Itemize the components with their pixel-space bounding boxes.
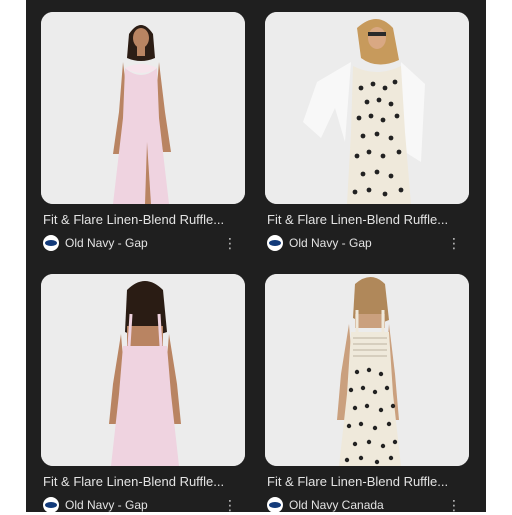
product-photo	[41, 12, 245, 204]
result-source[interactable]: Old Navy - Gap ⋮	[267, 233, 467, 253]
result-title[interactable]: Fit & Flare Linen-Blend Ruffle...	[267, 474, 471, 490]
source-name: Old Navy - Gap	[65, 236, 148, 250]
result-source[interactable]: Old Navy Canada ⋮	[267, 495, 467, 515]
result-image[interactable]	[41, 274, 245, 466]
old-navy-logo-icon	[43, 235, 59, 251]
result-image[interactable]	[265, 12, 469, 204]
product-photo	[41, 274, 245, 466]
more-vert-icon[interactable]: ⋮	[223, 236, 237, 250]
result-source[interactable]: Old Navy - Gap ⋮	[43, 233, 243, 253]
more-vert-icon[interactable]: ⋮	[447, 236, 461, 250]
old-navy-logo-icon	[43, 497, 59, 513]
more-vert-icon[interactable]: ⋮	[223, 498, 237, 512]
product-photo	[265, 12, 469, 204]
result-image[interactable]	[41, 12, 245, 204]
product-photo	[265, 274, 469, 466]
result-source[interactable]: Old Navy - Gap ⋮	[43, 495, 243, 515]
more-vert-icon[interactable]: ⋮	[447, 498, 461, 512]
source-name: Old Navy Canada	[289, 498, 384, 512]
result-title[interactable]: Fit & Flare Linen-Blend Ruffle...	[267, 212, 471, 228]
image-results-panel: Fit & Flare Linen-Blend Ruffle... Old Na…	[26, 0, 486, 515]
result-title[interactable]: Fit & Flare Linen-Blend Ruffle...	[43, 474, 247, 490]
source-name: Old Navy - Gap	[65, 498, 148, 512]
old-navy-logo-icon	[267, 497, 283, 513]
result-image[interactable]	[265, 274, 469, 466]
source-name: Old Navy - Gap	[289, 236, 372, 250]
result-title[interactable]: Fit & Flare Linen-Blend Ruffle...	[43, 212, 247, 228]
old-navy-logo-icon	[267, 235, 283, 251]
